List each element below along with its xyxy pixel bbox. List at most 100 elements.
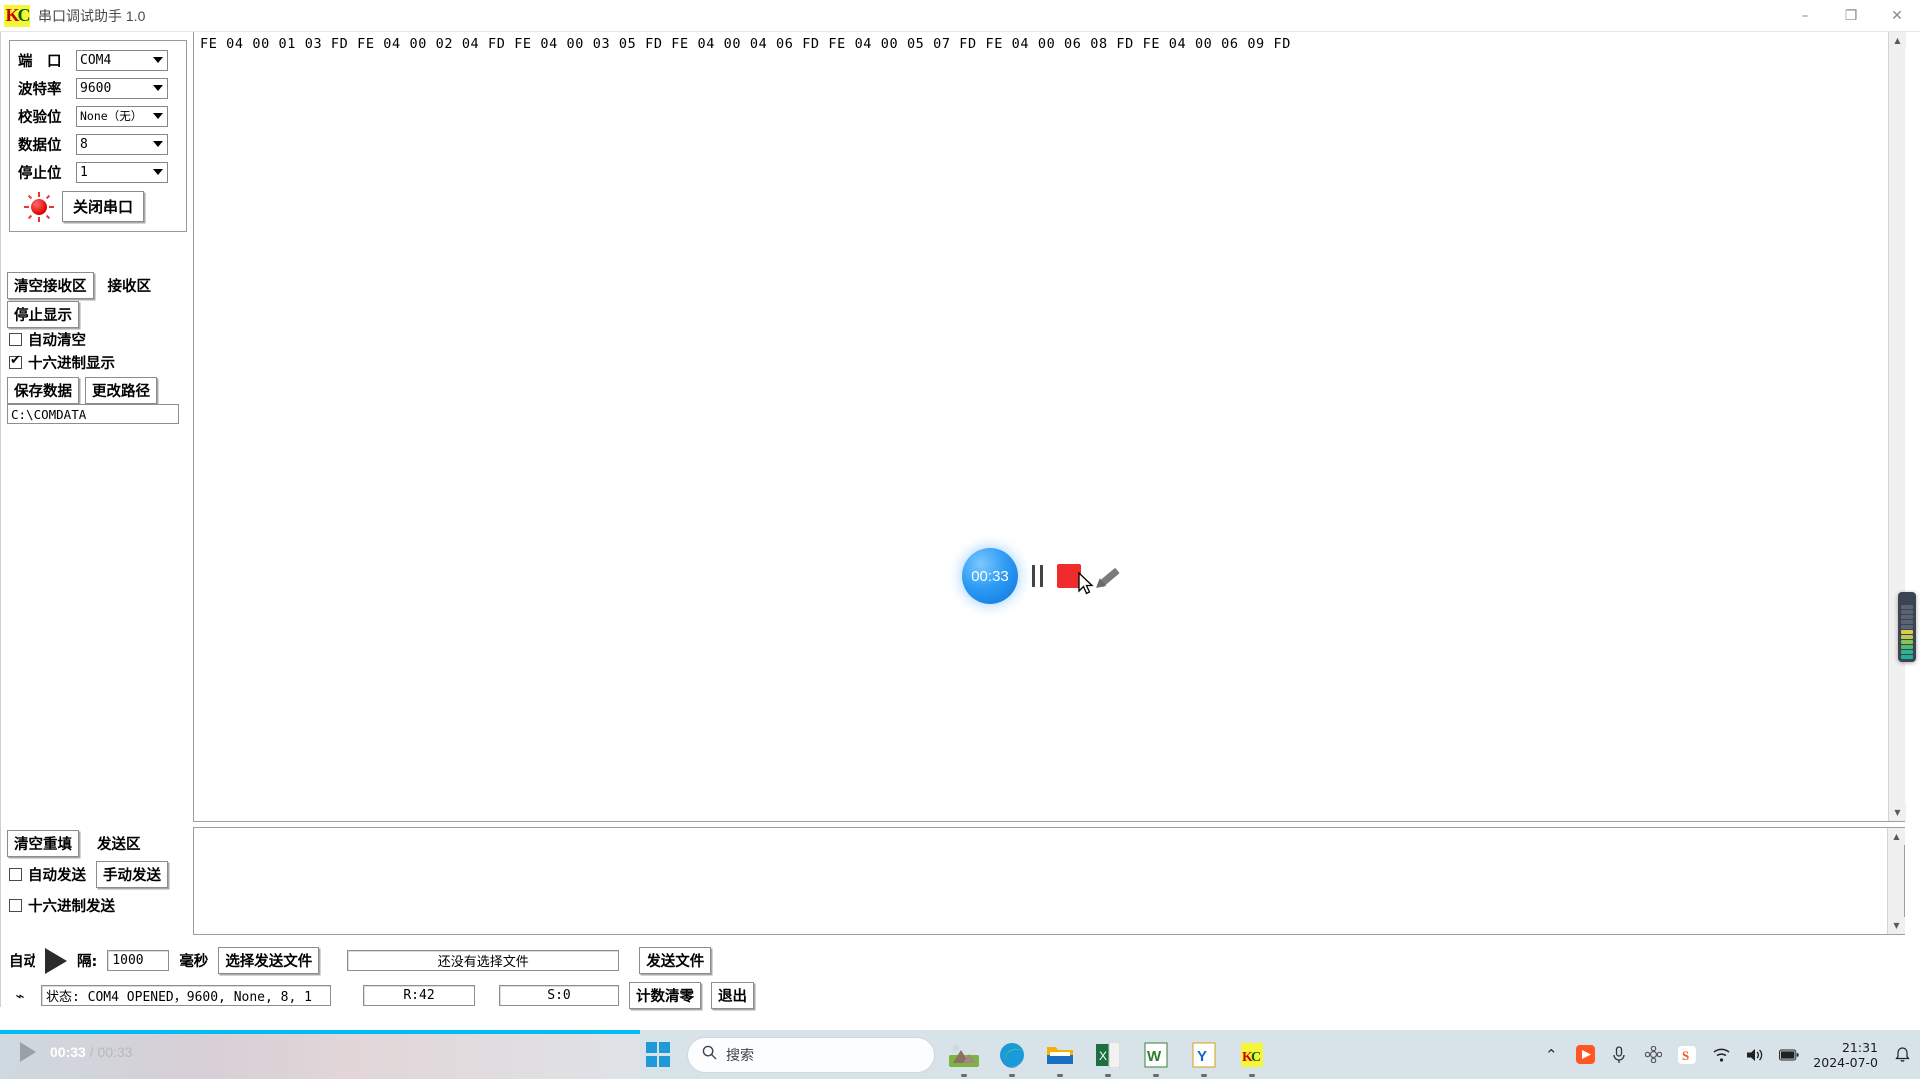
taskbar-apps: 搜索 X W Y K C [640,1030,1270,1079]
play-icon[interactable] [45,947,67,974]
stop-bits-row: 停止位 1 [18,161,168,183]
taskbar-search[interactable]: 搜索 [688,1037,934,1072]
hex-send-checkbox[interactable]: 十六进制发送 [9,895,115,916]
title-bar: KC 串口调试助手 1.0 – ❐ ✕ [0,0,1920,32]
exit-button[interactable]: 退出 [711,982,754,1009]
search-icon [702,1045,717,1065]
send-file-button[interactable]: 发送文件 [639,947,712,974]
edit-pencil-icon[interactable] [1092,563,1121,592]
svg-text:W: W [1147,1048,1162,1065]
parity-select[interactable]: None（无） [76,105,168,127]
player-controls: 00:33 / 00:33 [20,1042,133,1062]
sent-count: S:0 [499,985,619,1006]
maximize-restore-button[interactable]: ❐ [1828,0,1874,32]
taskbar-app-excel[interactable]: X [1090,1037,1126,1077]
send-left-controls: 清空重填 发送区 自动发送 手动发送 十六进制发送 [1,822,193,935]
auto-send-toolbar: 自动 隔: 1000 毫秒 选择发送文件 还没有选择文件 发送文件 [9,947,712,974]
choose-send-file-button[interactable]: 选择发送文件 [218,947,320,974]
data-bits-label: 数据位 [18,137,62,154]
volume-icon[interactable] [1745,1045,1765,1065]
play-icon[interactable] [20,1042,36,1062]
interval-label: 隔: [77,954,98,970]
data-bits-select[interactable]: 8 [76,133,168,155]
player-total-time: 00:33 [97,1044,133,1060]
notifications-bell-icon[interactable] [1892,1045,1912,1065]
svg-text:Y: Y [1197,1048,1207,1065]
connection-status-text: 状态: COM4 OPENED，9600, None, 8, 1 [41,985,331,1006]
toggle-port-button[interactable]: 关闭串口 [62,191,145,222]
save-path-input[interactable]: C:\COMDATA [7,404,179,424]
wifi-icon[interactable] [1711,1045,1731,1065]
pause-icon[interactable] [1032,565,1043,587]
checkbox-box-icon [9,899,22,912]
taskbar-app-foxmail[interactable]: Y [1186,1037,1222,1077]
auto-send-checkbox[interactable]: 自动发送 [9,864,86,885]
stop-display-button[interactable]: 停止显示 [7,301,79,328]
scroll-up-icon[interactable]: ▲ [1889,32,1906,49]
svg-text:C: C [1251,1050,1261,1065]
checkbox-box-icon [9,333,22,346]
show-hidden-icons-icon[interactable]: ⌃ [1541,1045,1561,1065]
hex-display-checkbox[interactable]: 十六进制显示 [9,352,115,373]
player-progress-bar[interactable] [0,1030,640,1034]
port-value: COM4 [80,52,112,68]
send-scrollbar[interactable]: ▲ ▼ [1887,828,1905,934]
taskbar-app-serial-tool[interactable]: K C [1234,1037,1270,1077]
send-panel: 清空重填 发送区 自动发送 手动发送 十六进制发送 ▲ ▼ [1,822,1920,1007]
parity-value: None（无） [80,109,143,123]
scroll-down-icon[interactable]: ▼ [1888,917,1905,934]
clock-date: 2024-07-0 [1813,1054,1878,1070]
receive-textarea[interactable]: FE 04 00 01 03 FD FE 04 00 02 04 FD FE 0… [193,32,1906,822]
pin-icon: ⌁ [15,987,25,1005]
sogou-input-icon[interactable]: S [1677,1045,1697,1065]
app-body: 端 口 COM4 波特率 9600 校验位 None（无） 数据位 8 停止位 … [0,32,1920,1009]
interval-input[interactable]: 1000 [107,950,170,971]
taskbar-app-wps[interactable]: W [1138,1037,1174,1077]
stop-bits-select[interactable]: 1 [76,161,168,183]
start-button[interactable] [640,1037,676,1073]
auto-send-label: 自动发送 [28,868,86,884]
input-method-icon[interactable] [1643,1045,1663,1065]
change-path-button[interactable]: 更改路径 [85,377,157,404]
send-header-row: 清空重填 发送区 [7,830,141,857]
microphone-icon[interactable] [1609,1045,1629,1065]
svg-text:X: X [1099,1049,1107,1063]
system-tray: ⌃ S 21:31 2024-07-0 [1541,1030,1912,1079]
auto-clear-checkbox[interactable]: 自动清空 [9,329,86,350]
manual-send-button[interactable]: 手动发送 [96,861,168,888]
scroll-up-icon[interactable]: ▲ [1888,828,1905,845]
taskbar-app-file-explorer[interactable] [1042,1037,1078,1077]
port-status-led-icon [24,191,54,222]
auto-send-row: 自动发送 手动发送 [9,861,168,888]
reset-count-button[interactable]: 计数清零 [629,982,701,1009]
video-player-bar[interactable]: 00:33 / 00:33 [0,1030,640,1079]
chevron-down-icon [149,136,166,153]
clear-receive-button[interactable]: 清空接收区 [7,272,94,299]
data-bits-value: 8 [80,136,88,152]
battery-icon[interactable] [1779,1045,1799,1065]
minimize-button[interactable]: – [1782,0,1828,32]
port-select[interactable]: COM4 [76,49,168,71]
send-textarea[interactable]: ▲ ▼ [193,827,1905,935]
taskbar-clock[interactable]: 21:31 2024-07-0 [1813,1040,1878,1070]
hex-send-label: 十六进制发送 [28,899,115,915]
player-time: 00:33 / 00:33 [50,1044,133,1060]
scroll-down-icon[interactable]: ▼ [1889,804,1906,821]
taskbar-app-wallpaper[interactable] [946,1037,982,1077]
mouse-cursor-icon [1078,572,1094,595]
parity-label: 校验位 [18,109,62,126]
receive-data-text: FE 04 00 01 03 FD FE 04 00 02 04 FD FE 0… [200,36,1291,52]
save-data-button[interactable]: 保存数据 [7,377,79,404]
receive-header-row: 清空接收区 接收区 [7,272,151,299]
clear-refill-button[interactable]: 清空重填 [7,830,79,857]
baud-rate-select[interactable]: 9600 [76,77,168,99]
recorder-tray-icon[interactable] [1575,1045,1595,1065]
close-button[interactable]: ✕ [1874,0,1920,32]
screen-recorder-widget[interactable]: 00:33 [962,548,1122,604]
screen: KC 串口调试助手 1.0 – ❐ ✕ 端 口 COM4 波特率 9600 校验… [0,0,1920,1079]
receive-scrollbar[interactable]: ▲ ▼ [1888,32,1906,821]
stop-display-row: 停止显示 [7,301,79,328]
auto-clear-label: 自动清空 [28,333,86,349]
taskbar-app-edge[interactable] [994,1037,1030,1077]
chevron-down-icon [149,52,166,69]
